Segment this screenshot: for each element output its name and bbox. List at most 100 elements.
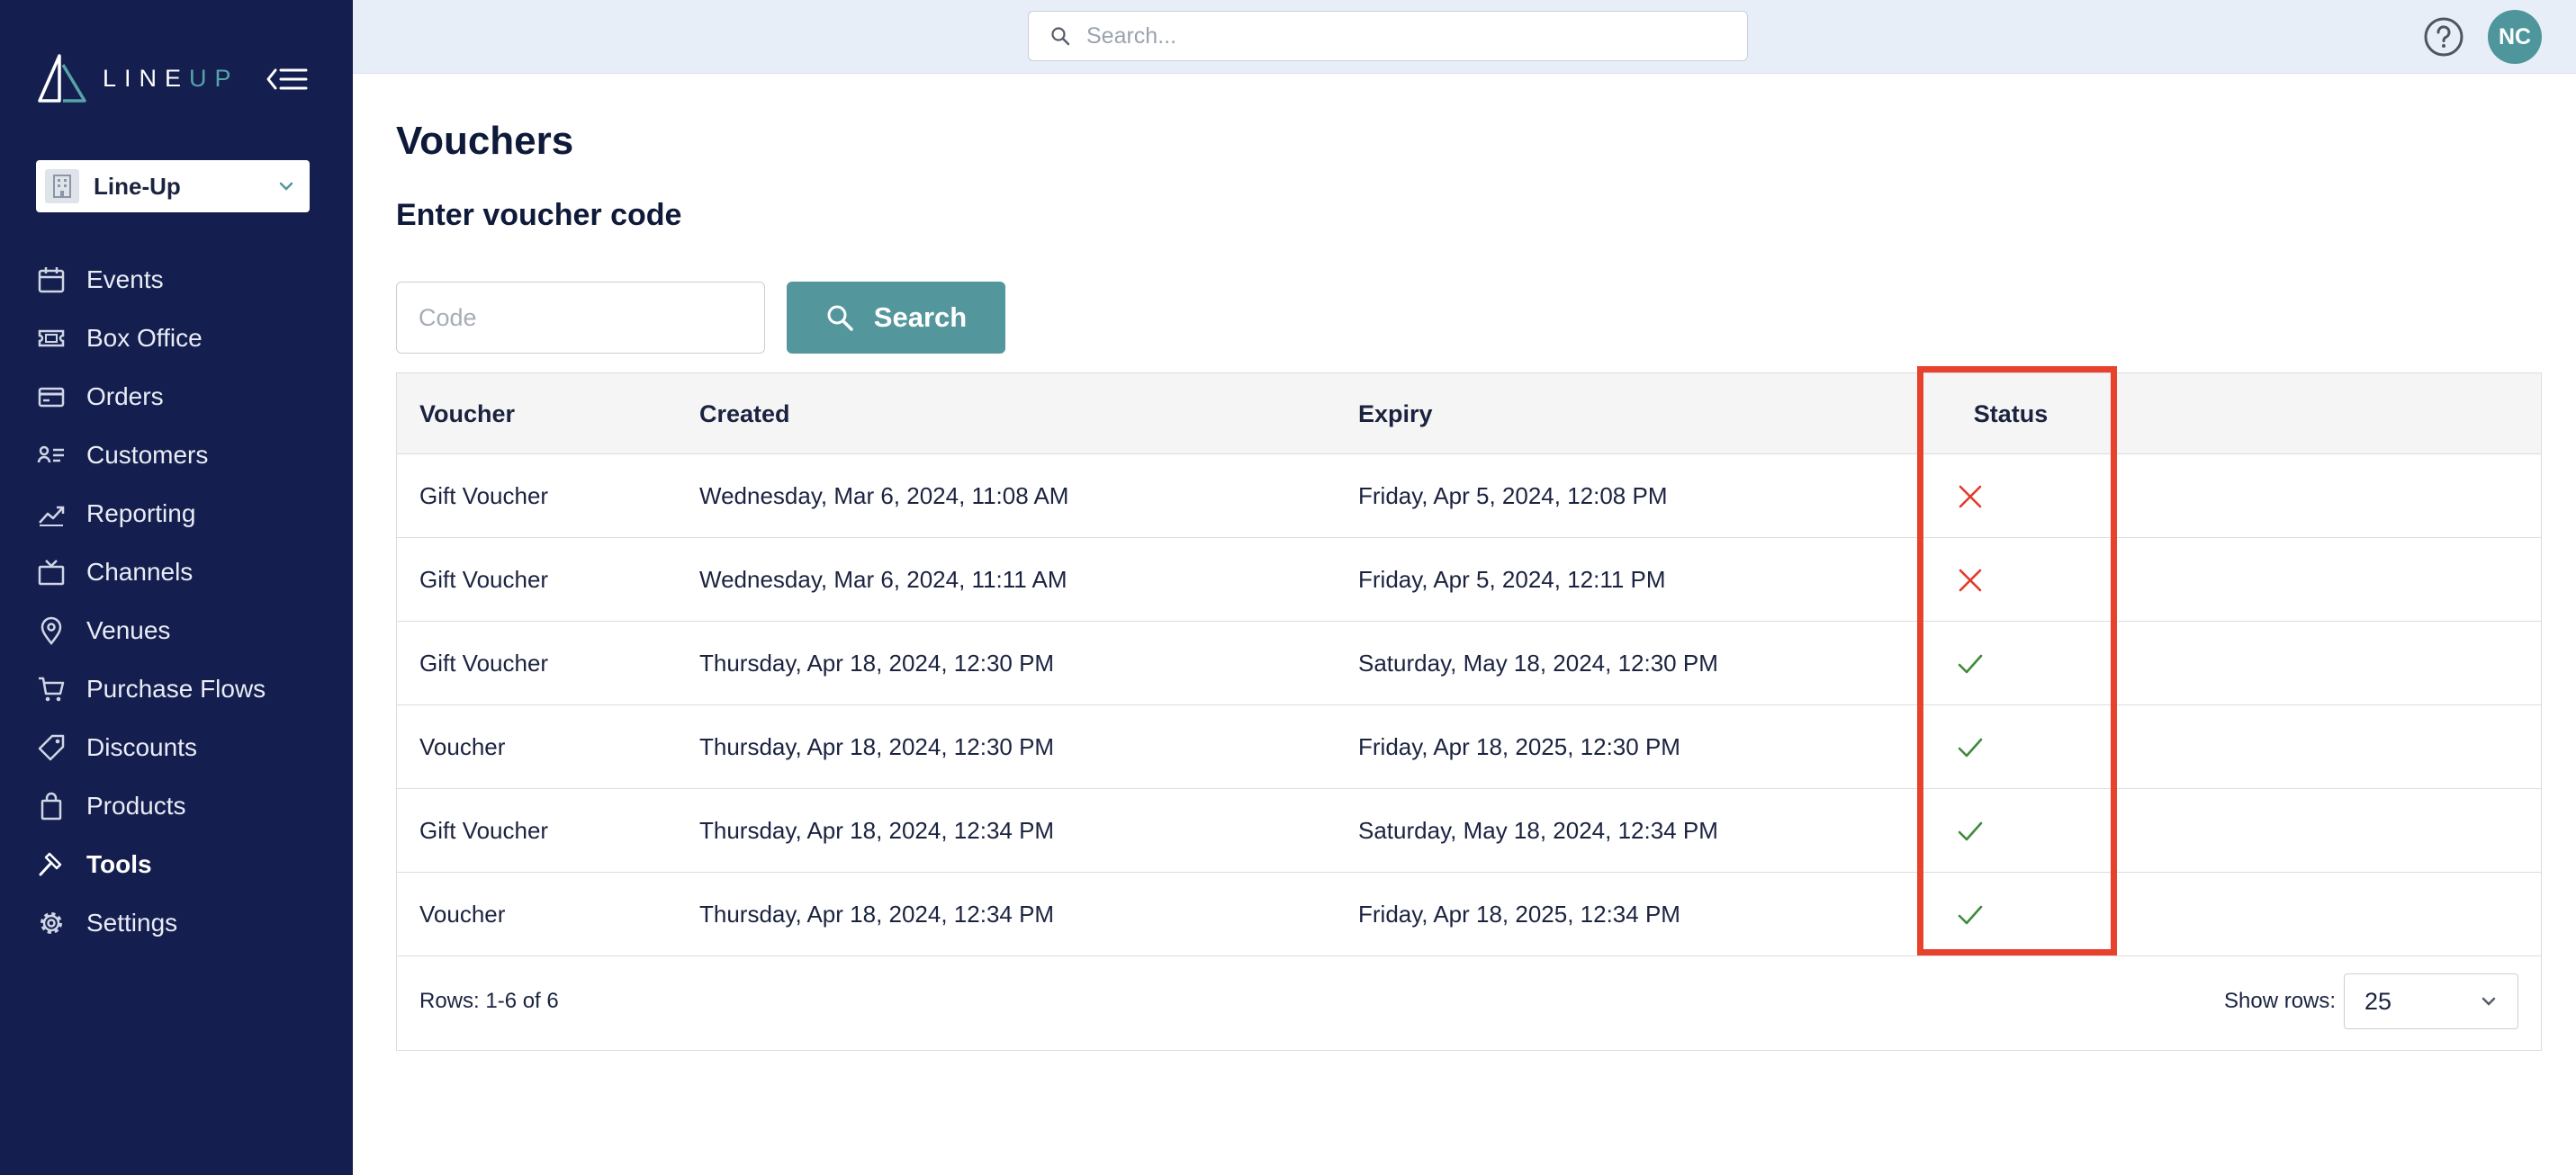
building-icon [45,169,79,203]
table-row[interactable]: Voucher Thursday, Apr 18, 2024, 12:30 PM F… [397,705,2541,789]
table-row[interactable]: Gift Voucher Wednesday, Mar 6, 2024, 11:1… [397,538,2541,622]
voucher-cell: Gift Voucher [419,650,549,677]
sidebar-item-purchase-flows[interactable]: Purchase Flows [0,659,353,718]
checkmark-icon [1958,654,1983,673]
created-cell: Wednesday, Mar 6, 2024, 11:08 AM [699,482,1069,509]
sidebar-item-channels[interactable]: Channels [0,543,353,601]
search-button-label: Search [873,301,968,333]
ticket-icon [36,323,67,354]
hammer-icon [36,849,67,880]
organization-select[interactable]: Line-Up [36,160,310,212]
calendar-icon [36,265,67,295]
rows-per-page-value: 25 [2364,987,2392,1015]
voucher-cell: Voucher [419,733,506,760]
status-cell [1934,705,2006,789]
vouchers-table: Voucher Created Expiry Status Gift Vouch… [396,372,2542,1051]
page-title: Vouchers [396,119,574,163]
chevron-down-icon [2481,997,2496,1006]
sidebar-item-orders[interactable]: Orders [0,367,353,426]
expiry-cell: Friday, Apr 5, 2024, 12:08 PM [1358,482,1668,509]
sidebar-item-label: Purchase Flows [86,674,266,703]
chevron-down-icon [279,182,293,191]
table-header: Voucher Created Expiry Status [397,373,2541,454]
expiry-cell: Friday, Apr 18, 2025, 12:30 PM [1358,733,1680,760]
sidebar-item-reporting[interactable]: Reporting [0,484,353,543]
voucher-cell: Gift Voucher [419,482,549,509]
search-icon [827,305,853,331]
column-header-status[interactable]: Status [1961,373,2060,454]
table-row[interactable]: Gift Voucher Thursday, Apr 18, 2024, 12:3… [397,789,2541,873]
sidebar: LINEUP Line-Up Events Box Office Orders … [0,0,353,1175]
sidebar-item-label: Reporting [86,498,196,527]
checkmark-icon [1958,738,1983,757]
expiry-cell: Friday, Apr 5, 2024, 12:11 PM [1358,566,1666,593]
sidebar-item-label: Discounts [86,732,197,761]
column-header-expiry[interactable]: Expiry [1358,373,1433,454]
logo-word-line: LINE [103,64,190,92]
status-cell [1934,538,2006,622]
sidebar-item-label: Channels [86,557,194,586]
gear-icon [36,908,67,938]
lineup-logo[interactable]: LINEUP [36,52,239,104]
sidebar-item-label: Box Office [86,323,203,352]
created-cell: Thursday, Apr 18, 2024, 12:30 PM [699,650,1055,677]
collapse-sidebar-icon[interactable] [266,65,310,94]
global-search[interactable] [1028,11,1748,61]
table-footer: Rows: 1-6 of 6 Show rows: 25 [397,954,2541,1050]
global-search-input[interactable] [1086,22,1716,49]
voucher-code-input[interactable] [396,282,765,354]
created-cell: Thursday, Apr 18, 2024, 12:30 PM [699,733,1055,760]
sidebar-item-tools[interactable]: Tools [0,835,353,893]
contact-card-icon [36,440,67,471]
app-root: LINEUP Line-Up Events Box Office Orders … [0,0,2576,1175]
expiry-cell: Friday, Apr 18, 2025, 12:34 PM [1358,901,1680,928]
status-cell [1934,622,2006,705]
logo-wordmark: LINEUP [103,65,239,93]
search-button[interactable]: Search [787,282,1005,354]
trend-chart-icon [36,498,67,529]
sidebar-item-label: Venues [86,615,171,644]
expiry-cell: Saturday, May 18, 2024, 12:30 PM [1358,650,1718,677]
status-cell [1934,873,2006,956]
table-row[interactable]: Gift Voucher Wednesday, Mar 6, 2024, 11:0… [397,454,2541,538]
sidebar-item-label: Events [86,265,164,293]
section-title: Enter voucher code [396,198,682,232]
shopping-bag-icon [36,791,67,821]
sidebar-item-box-office[interactable]: Box Office [0,309,353,367]
sidebar-item-label: Customers [86,440,209,469]
created-cell: Wednesday, Mar 6, 2024, 11:11 AM [699,566,1067,593]
rows-info: Rows: 1-6 of 6 [419,988,559,1013]
sidebar-nav: Events Box Office Orders Customers Repor… [0,250,353,952]
cross-icon [1959,485,1982,507]
logo-word-up: UP [189,64,239,92]
sidebar-item-products[interactable]: Products [0,776,353,835]
created-cell: Thursday, Apr 18, 2024, 12:34 PM [699,817,1055,844]
lineup-logo-mark-icon [38,54,86,103]
sidebar-item-events[interactable]: Events [0,250,353,309]
created-cell: Thursday, Apr 18, 2024, 12:34 PM [699,901,1055,928]
tv-icon [36,557,67,588]
help-icon[interactable] [2423,16,2464,58]
table-row[interactable]: Voucher Thursday, Apr 18, 2024, 12:34 PM F… [397,873,2541,956]
voucher-cell: Gift Voucher [419,817,549,844]
show-rows-label: Show rows: [2224,988,2337,1013]
search-icon [1051,27,1070,46]
voucher-cell: Voucher [419,901,506,928]
tag-icon [36,732,67,763]
user-avatar[interactable]: NC [2488,10,2542,64]
table-row[interactable]: Gift Voucher Thursday, Apr 18, 2024, 12:3… [397,622,2541,705]
sidebar-item-customers[interactable]: Customers [0,426,353,484]
status-cell [1934,789,2006,873]
sidebar-item-label: Settings [86,908,178,937]
sidebar-item-discounts[interactable]: Discounts [0,718,353,776]
sidebar-item-label: Orders [86,381,164,410]
column-header-created[interactable]: Created [699,373,790,454]
rows-per-page-select[interactable]: 25 [2344,973,2518,1029]
expiry-cell: Saturday, May 18, 2024, 12:34 PM [1358,817,1718,844]
sidebar-item-settings[interactable]: Settings [0,893,353,952]
column-header-voucher[interactable]: Voucher [419,373,515,454]
top-bar: NC [353,0,2576,74]
sidebar-item-label: Products [86,791,186,820]
sidebar-item-venues[interactable]: Venues [0,601,353,659]
checkmark-icon [1958,821,1983,840]
